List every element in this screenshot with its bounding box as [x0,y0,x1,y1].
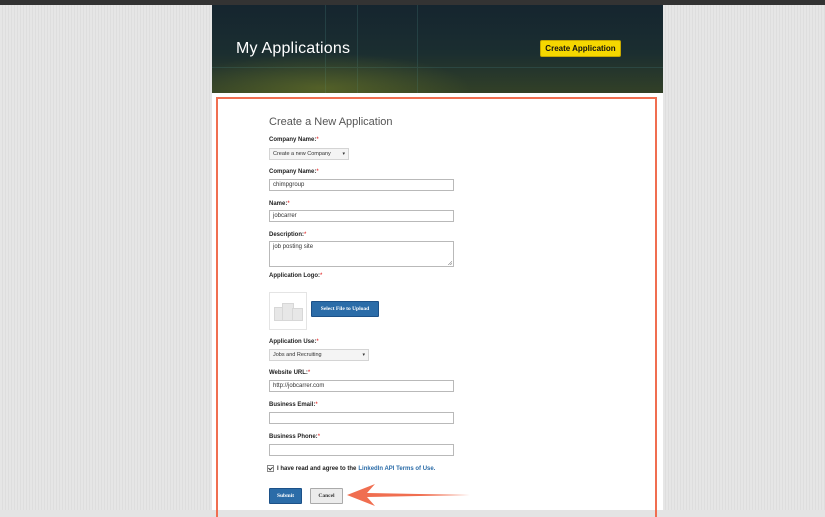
form-title: Create a New Application [269,116,393,128]
app-use-select[interactable]: Jobs and Recruiting ▾ [269,349,369,361]
arrow-annotation-icon [347,484,470,506]
agree-text: I have read and agree to the [277,465,357,472]
label-text: Application Use: [269,339,317,345]
required-mark: * [307,370,311,376]
chevron-down-icon: ▾ [362,352,365,358]
name-label: Name:* [269,201,290,207]
create-application-button[interactable]: Create Application [540,40,621,57]
email-field[interactable] [269,412,454,424]
website-label: Website URL:* [269,370,310,376]
select-value: Create a new Company [273,151,331,157]
required-mark: * [315,402,318,408]
page-title: My Applications [236,40,351,57]
select-value: Jobs and Recruiting [273,352,322,358]
required-mark: * [316,339,319,345]
label-text: Company Name: [269,137,317,143]
website-field[interactable]: http://jobcarrer.com [269,380,454,392]
company-name-label: Company Name:* [269,169,319,175]
terms-agreement: I have read and agree to the LinkedIn AP… [267,465,435,472]
cancel-button[interactable]: Cancel [310,488,343,504]
phone-field[interactable] [269,444,454,456]
phone-label: Business Phone:* [269,434,320,440]
description-label: Description:* [269,232,306,238]
name-field[interactable]: jobcarrer [269,210,454,222]
label-text: Business Email: [269,402,316,408]
required-mark: * [287,201,290,207]
label-text: Website URL: [269,370,308,376]
label-text: Business Phone: [269,434,318,440]
company-select-label: Company Name:* [269,137,319,143]
required-mark: * [316,169,319,175]
resize-handle-icon[interactable] [448,261,452,265]
select-file-button[interactable]: Select File to Upload [311,301,379,317]
description-field[interactable]: job posting site [269,241,454,267]
company-select[interactable]: Create a new Company ▾ [269,148,349,160]
description-text: job posting site [273,244,314,250]
required-mark: * [304,232,307,238]
building-shape [292,308,303,321]
label-text: Application Logo: [269,273,320,279]
required-mark: * [317,434,321,440]
logo-placeholder-icon [269,292,307,330]
label-text: Description: [269,232,305,238]
required-mark: * [320,273,323,279]
label-text: Name: [269,201,288,207]
terms-checkbox[interactable] [267,465,274,472]
terms-link[interactable]: LinkedIn API Terms of Use. [358,466,435,472]
arrow-shape [347,484,470,506]
required-mark: * [316,137,319,143]
company-name-field[interactable]: chimpgroup [269,179,454,191]
logo-label: Application Logo:* [269,273,322,279]
header-banner: My Applications Create Application [212,5,663,93]
submit-button[interactable]: Submit [269,488,302,504]
app-use-label: Application Use:* [269,339,319,345]
label-text: Company Name: [269,169,317,175]
email-label: Business Email:* [269,402,318,408]
chevron-down-icon: ▾ [342,151,345,157]
